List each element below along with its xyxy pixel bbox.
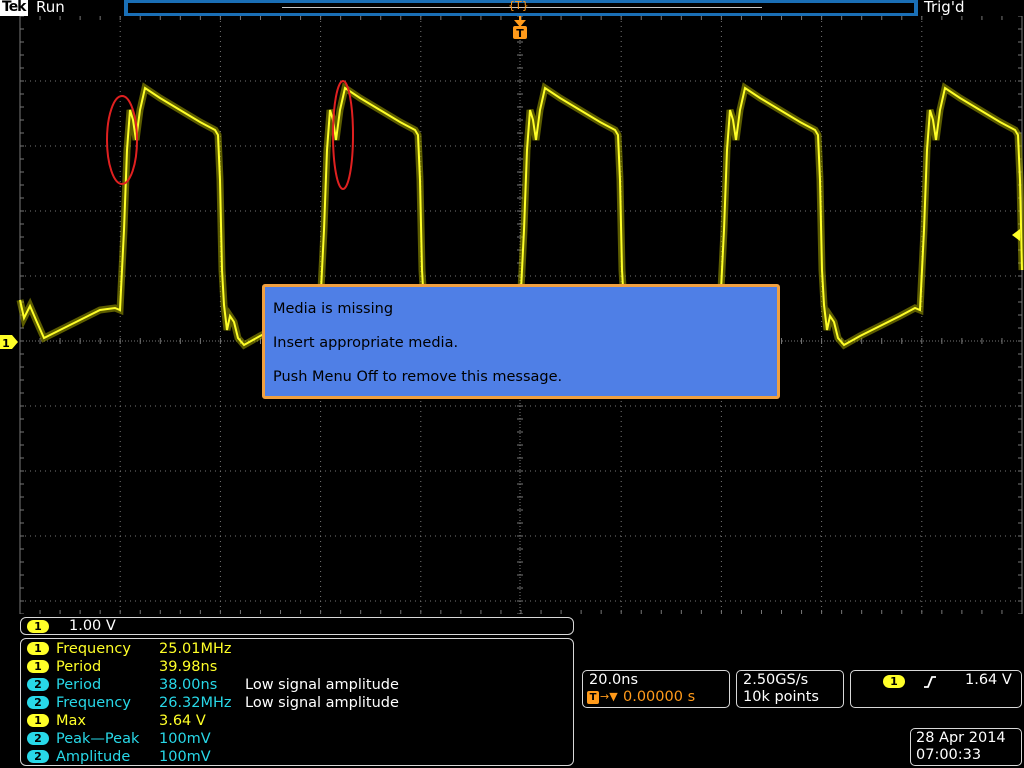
status-bar: Tek Run {T} Trig'd bbox=[0, 0, 1024, 16]
trigger-readout[interactable]: 1 1.64 V bbox=[850, 670, 1022, 708]
measurement-channel-badge: 2 bbox=[27, 696, 49, 709]
measurement-name: Period bbox=[56, 677, 102, 693]
time: 07:00:33 bbox=[916, 747, 982, 763]
trigger-marker-label: T bbox=[516, 27, 524, 40]
record-view-window: {T} bbox=[128, 0, 914, 13]
channel-badge: 1 bbox=[27, 620, 49, 633]
ground-marker-label: 1 bbox=[2, 337, 10, 350]
measurement-value: 39.98ns bbox=[159, 659, 218, 675]
date: 28 Apr 2014 bbox=[916, 730, 1006, 746]
measurement-name: Max bbox=[56, 713, 86, 729]
measurement-value: 25.01MHz bbox=[159, 641, 232, 657]
measurement-channel-badge: 2 bbox=[27, 732, 49, 745]
timebase-readout[interactable]: 20.0ns T →▼ 0.00000 s bbox=[582, 670, 730, 708]
record-view-bracket: {T} bbox=[508, 0, 529, 12]
media-missing-dialog[interactable]: Media is missing Insert appropriate medi… bbox=[262, 284, 780, 399]
record-length: 10k points bbox=[743, 689, 819, 705]
measurement-name: Amplitude bbox=[56, 749, 131, 765]
measurement-name: Period bbox=[56, 659, 102, 675]
measurements-panel[interactable]: 1 Frequency 25.01MHz 1 Period 39.98ns 2 Period 3… bbox=[20, 638, 574, 766]
measurement-warning: Low signal amplitude bbox=[245, 695, 399, 711]
measurement-value: 100mV bbox=[159, 749, 211, 765]
measurement-channel-badge: 2 bbox=[27, 678, 49, 691]
measurement-row[interactable]: 2 Period 38.00ns Low signal amplitude bbox=[21, 676, 571, 694]
date-time-readout: 28 Apr 2014 07:00:33 bbox=[910, 728, 1022, 766]
measurement-row[interactable]: 2 Peak—Peak 100mV bbox=[21, 730, 571, 748]
acquisition-readout[interactable]: 2.50GS/s 10k points bbox=[736, 670, 844, 708]
dialog-dismiss-hint: Push Menu Off to remove this message. bbox=[273, 369, 563, 385]
measurement-row[interactable]: 1 Frequency 25.01MHz bbox=[21, 640, 571, 658]
trigger-source-badge: 1 bbox=[883, 675, 905, 688]
measurement-channel-badge: 1 bbox=[27, 660, 49, 673]
measurement-name: Frequency bbox=[56, 641, 131, 657]
measurement-row[interactable]: 2 Amplitude 100mV bbox=[21, 748, 571, 766]
measurement-row[interactable]: 1 Period 39.98ns bbox=[21, 658, 571, 676]
measurement-warning: Low signal amplitude bbox=[245, 677, 399, 693]
trigger-level: 1.64 V bbox=[965, 672, 1012, 688]
measurement-value: 3.64 V bbox=[159, 713, 206, 729]
trigger-status: Trig'd bbox=[924, 0, 965, 16]
trigger-position-icon: T →▼ bbox=[587, 690, 618, 704]
channel1-scale-bar[interactable]: 1 1.00 V bbox=[20, 617, 574, 635]
measurement-value: 100mV bbox=[159, 731, 211, 747]
dialog-title: Media is missing bbox=[273, 301, 394, 317]
channel1-scale: 1.00 V bbox=[69, 618, 116, 634]
run-state: Run bbox=[36, 0, 65, 16]
trigger-position: 0.00000 s bbox=[623, 689, 696, 705]
dialog-instruction: Insert appropriate media. bbox=[273, 335, 459, 351]
trigger-position-marker[interactable]: T bbox=[513, 16, 527, 40]
measurement-row[interactable]: 1 Max 3.64 V bbox=[21, 712, 571, 730]
channel1-ground-marker[interactable]: 1 bbox=[0, 335, 18, 350]
rising-edge-icon bbox=[924, 676, 936, 688]
measurement-channel-badge: 1 bbox=[27, 714, 49, 727]
time-scale: 20.0ns bbox=[589, 672, 639, 688]
measurement-name: Peak—Peak bbox=[56, 731, 140, 747]
brand-logo: Tek bbox=[0, 0, 28, 16]
sample-rate: 2.50GS/s bbox=[743, 672, 809, 688]
measurement-channel-badge: 1 bbox=[27, 642, 49, 655]
measurement-value: 38.00ns bbox=[159, 677, 218, 693]
measurement-row[interactable]: 2 Frequency 26.32MHz Low signal amplitude bbox=[21, 694, 571, 712]
measurement-channel-badge: 2 bbox=[27, 750, 49, 763]
measurement-name: Frequency bbox=[56, 695, 131, 711]
trigger-level-marker bbox=[1012, 229, 1020, 241]
measurement-value: 26.32MHz bbox=[159, 695, 232, 711]
